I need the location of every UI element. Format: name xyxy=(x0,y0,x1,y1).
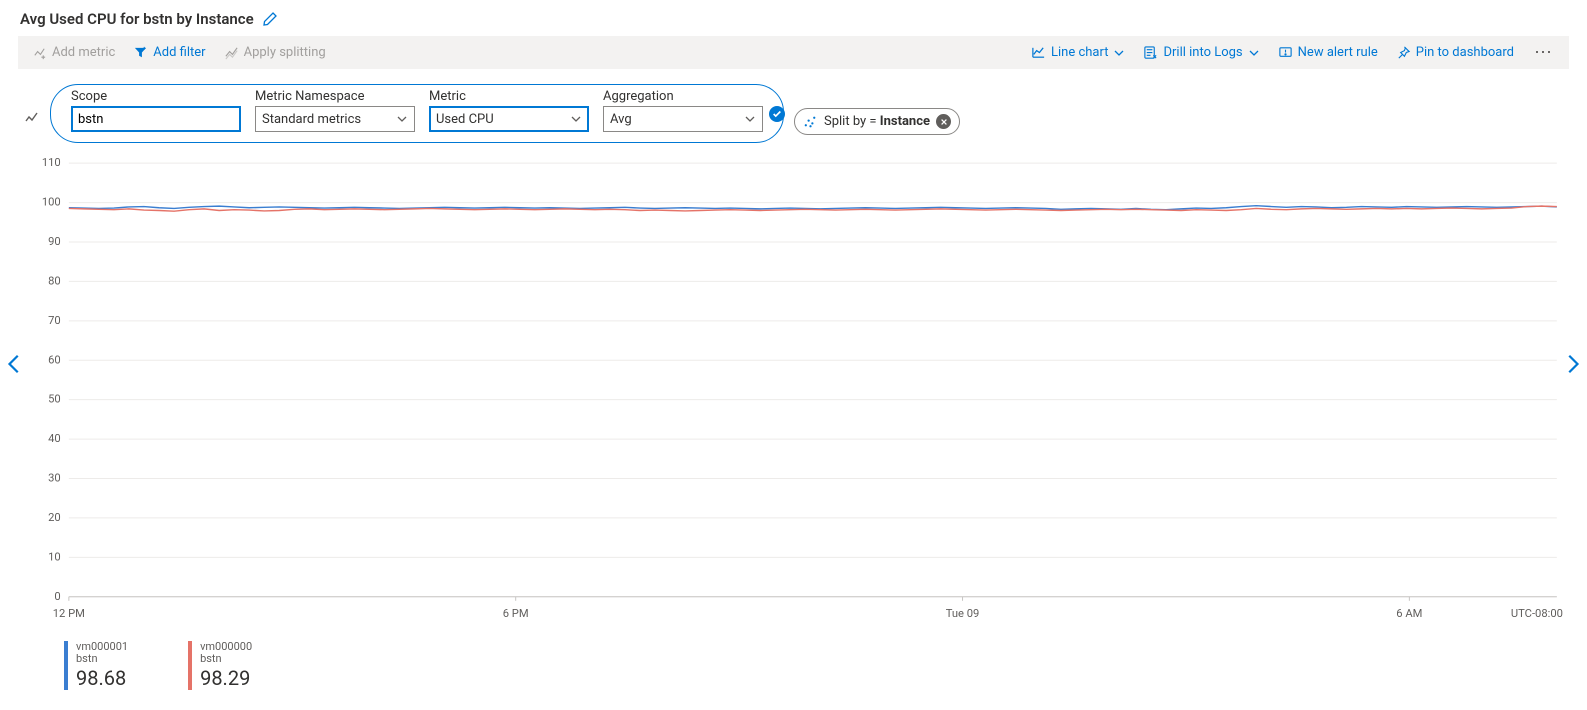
split-by-label: Split by = Instance xyxy=(824,114,930,129)
filter-icon xyxy=(133,45,148,60)
pin-to-dashboard-button[interactable]: Pin to dashboard xyxy=(1394,43,1516,62)
chevron-down-icon xyxy=(1248,47,1260,59)
config-valid-check-icon xyxy=(769,106,785,122)
y-tick-label: 50 xyxy=(48,393,61,406)
chart-title: Avg Used CPU for bstn by Instance xyxy=(20,10,254,28)
chart-legend: vm000001 bstn 98.68 vm000000 bstn 98.29 xyxy=(64,641,1567,689)
legend-resource-name: bstn xyxy=(200,653,252,665)
apply-splitting-button[interactable]: Apply splitting xyxy=(222,43,328,62)
y-tick-label: 60 xyxy=(48,353,61,366)
remove-split-icon[interactable] xyxy=(936,114,951,129)
drill-into-logs-dropdown[interactable]: Drill into Logs xyxy=(1141,43,1261,62)
x-tick-label: 12 PM xyxy=(53,607,85,620)
chart-toolbar: Add metric Add filter Apply splitting xyxy=(18,36,1569,69)
legend-item[interactable]: vm000001 bstn 98.68 xyxy=(64,641,128,689)
y-tick-label: 10 xyxy=(48,550,61,563)
line-chart-icon xyxy=(1031,45,1046,60)
x-tick-label: Tue 09 xyxy=(946,607,980,620)
scope-label: Scope xyxy=(71,89,241,104)
time-forward-button[interactable] xyxy=(1561,353,1583,375)
chart-area: 0 10 20 30 40 50 60 70 80 90 100 110 12 PM 6 PM Tue 09… xyxy=(20,153,1567,690)
y-tick-label: 40 xyxy=(48,432,61,445)
x-tick-label: 6 PM xyxy=(503,607,529,620)
y-tick-label: 0 xyxy=(54,590,60,603)
scope-input[interactable] xyxy=(71,106,241,132)
legend-item[interactable]: vm000000 bstn 98.29 xyxy=(188,641,252,689)
y-tick-label: 70 xyxy=(48,314,61,327)
y-tick-label: 100 xyxy=(42,196,61,209)
alert-icon xyxy=(1278,45,1293,60)
aggregation-label: Aggregation xyxy=(603,89,763,104)
y-tick-label: 20 xyxy=(48,511,61,524)
chevron-down-icon xyxy=(744,113,756,125)
add-filter-button[interactable]: Add filter xyxy=(131,43,207,62)
legend-value: 98.68 xyxy=(76,666,128,690)
chevron-down-icon xyxy=(570,113,582,125)
sparkle-plus-icon xyxy=(32,45,47,60)
legend-resource-name: bstn xyxy=(76,653,128,665)
x-tick-label: 6 AM xyxy=(1396,607,1422,620)
edit-title-icon[interactable] xyxy=(262,11,278,27)
metric-namespace-select[interactable]: Standard metrics xyxy=(255,106,415,132)
chart-header: Avg Used CPU for bstn by Instance xyxy=(0,0,1587,36)
metric-config-row: Scope Metric Namespace Standard metrics … xyxy=(0,69,1587,147)
y-tick-label: 90 xyxy=(48,235,61,248)
chevron-down-icon xyxy=(396,113,408,125)
line-chart-dropdown[interactable]: Line chart xyxy=(1029,43,1127,62)
more-menu-button[interactable]: ⋯ xyxy=(1530,42,1557,63)
y-tick-label: 80 xyxy=(48,274,61,287)
split-icon xyxy=(224,45,239,60)
legend-value: 98.29 xyxy=(200,666,252,690)
metric-select[interactable]: Used CPU xyxy=(429,106,589,132)
time-back-button[interactable] xyxy=(4,353,26,375)
metric-label: Metric xyxy=(429,89,589,104)
pin-icon xyxy=(1396,45,1411,60)
logs-icon xyxy=(1143,45,1158,60)
timezone-label: UTC-08:00 xyxy=(1511,607,1563,620)
y-tick-label: 110 xyxy=(42,156,61,169)
scatter-icon xyxy=(803,114,818,129)
aggregation-select[interactable]: Avg xyxy=(603,106,763,132)
split-by-pill[interactable]: Split by = Instance xyxy=(794,108,960,135)
y-tick-label: 30 xyxy=(48,472,61,485)
add-metric-button[interactable]: Add metric xyxy=(30,43,117,62)
legend-color-swatch xyxy=(64,641,68,689)
metric-namespace-label: Metric Namespace xyxy=(255,89,415,104)
line-chart-plot[interactable]: 0 10 20 30 40 50 60 70 80 90 100 110 12 PM 6 PM Tue 09… xyxy=(20,153,1567,631)
chevron-down-icon xyxy=(1113,47,1125,59)
metric-series-icon xyxy=(24,110,40,126)
metric-config-pill: Scope Metric Namespace Standard metrics … xyxy=(50,84,784,143)
legend-color-swatch xyxy=(188,641,192,689)
new-alert-rule-button[interactable]: New alert rule xyxy=(1276,43,1380,62)
